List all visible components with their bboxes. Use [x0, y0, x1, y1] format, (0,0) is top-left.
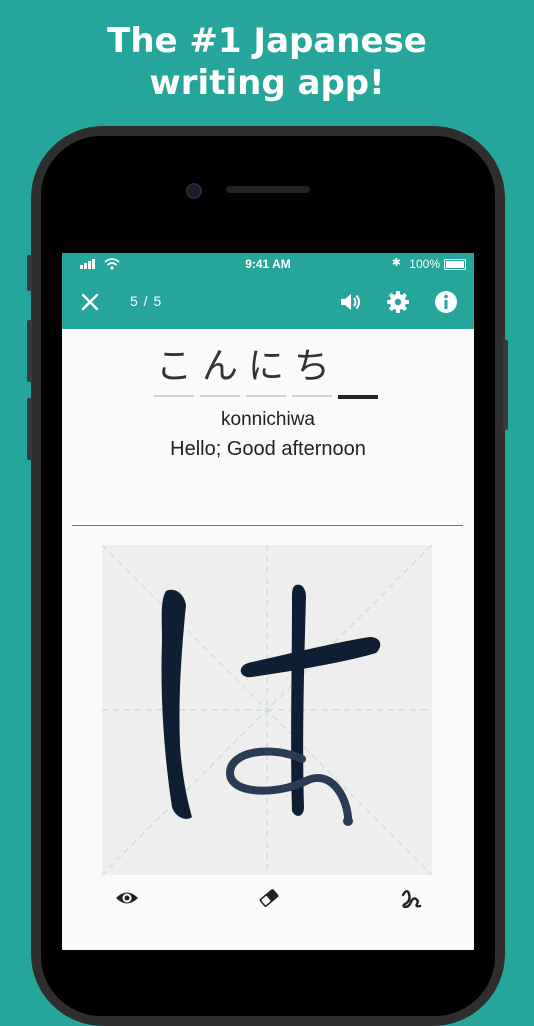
gear-icon[interactable] — [384, 288, 412, 316]
close-icon[interactable] — [78, 290, 102, 314]
bluetooth-icon: ✱ — [391, 257, 401, 269]
phone-mute-switch — [27, 255, 32, 291]
promo-headline: The #1 Japanese writing app! — [0, 20, 534, 104]
earpiece-speaker — [226, 186, 310, 193]
romaji-text: konnichiwa — [221, 409, 315, 430]
kana-slot: ん — [198, 341, 242, 397]
battery-icon — [444, 259, 466, 270]
headline-line-1: The #1 Japanese — [107, 21, 427, 61]
headline-line-2: writing app! — [149, 63, 385, 103]
app-toolbar: 5 / 5 — [62, 275, 474, 329]
bottom-toolbar — [62, 881, 474, 921]
app-screen: 9:41 AM ✱ 100% 5 / 5 こ ん に ち konnichiwa … — [62, 253, 474, 950]
kana-slot: ち — [290, 341, 334, 397]
word-kana-row: こ ん に ち — [150, 341, 390, 399]
kana-slot: こ — [152, 341, 196, 397]
drawing-canvas[interactable]: は — [102, 545, 432, 875]
kana-char: ん — [201, 346, 238, 387]
battery-percent: 100% — [409, 257, 440, 271]
eraser-icon[interactable] — [256, 885, 282, 911]
eye-icon[interactable] — [114, 885, 140, 911]
progress-counter: 5 / 5 — [130, 293, 163, 309]
status-bar: 9:41 AM ✱ 100% — [62, 253, 474, 275]
stroke-icon[interactable] — [398, 885, 424, 911]
drawn-character-strokes — [161, 584, 381, 819]
drawn-loop-stroke — [225, 747, 352, 821]
kana-slot: に — [244, 341, 288, 397]
speaker-icon[interactable] — [336, 288, 364, 316]
camera-icon — [186, 183, 202, 199]
kana-char: に — [247, 346, 284, 387]
kana-char: こ — [155, 346, 192, 387]
meaning-text: Hello; Good afternoon — [170, 438, 366, 460]
info-icon[interactable] — [432, 288, 460, 316]
phone-power-button — [503, 340, 508, 430]
kana-slot-active — [336, 341, 380, 399]
phone-volume-down — [27, 398, 32, 460]
phone-volume-up — [27, 320, 32, 382]
kana-char: ち — [293, 346, 330, 387]
section-divider — [72, 525, 463, 526]
